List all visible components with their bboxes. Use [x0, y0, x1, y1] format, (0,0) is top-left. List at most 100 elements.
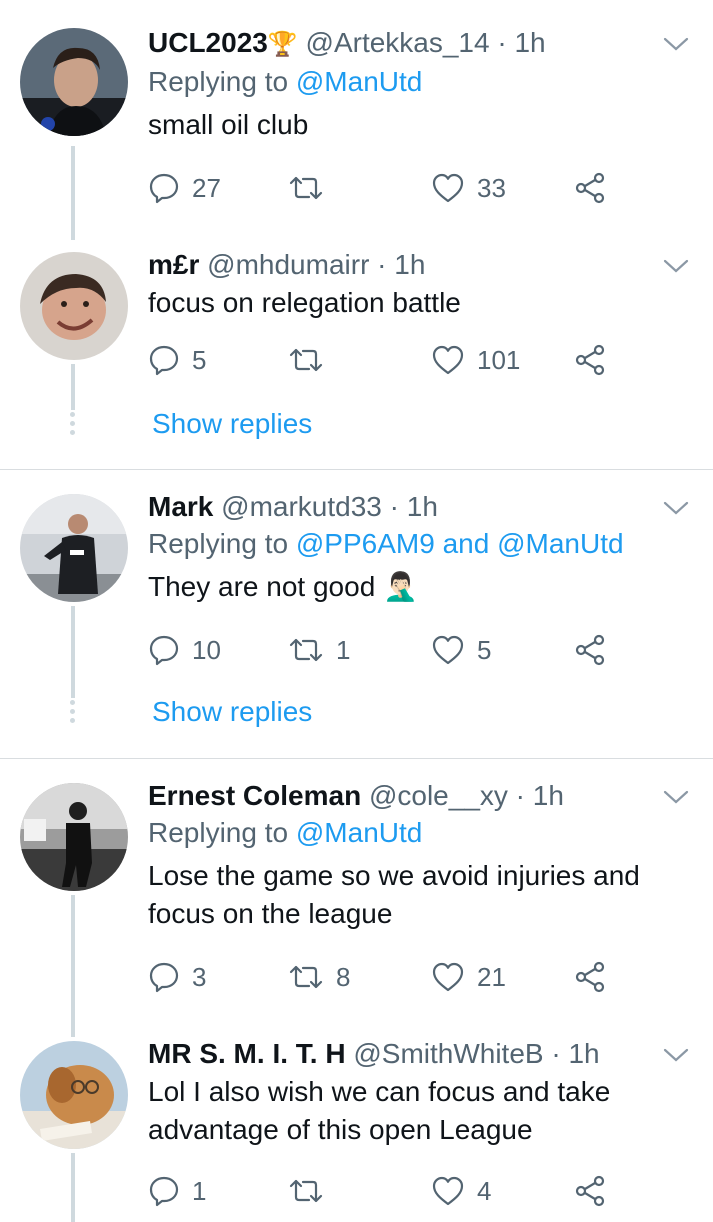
reply-button[interactable]: 27	[148, 168, 221, 208]
tweet-text-line: Lose the game so we avoid injuries and	[148, 860, 640, 891]
share-icon	[574, 1175, 608, 1207]
reply-button[interactable]: 1	[148, 1171, 206, 1211]
reply-icon	[148, 961, 180, 993]
action-bar: 5 101	[148, 340, 618, 380]
like-button[interactable]: 21	[431, 957, 506, 997]
tweet-2[interactable]: m£r @mhdumairr · 1h focus on relegation …	[0, 240, 713, 470]
action-bar: 1 4	[148, 1171, 618, 1211]
reply-button[interactable]: 3	[148, 957, 206, 997]
share-icon	[574, 634, 608, 666]
like-count: 4	[477, 1175, 492, 1206]
tweet-text-line: advantage of this open League	[148, 1114, 533, 1145]
avatar[interactable]	[20, 783, 128, 891]
show-replies-link[interactable]: Show replies	[152, 404, 312, 444]
display-name[interactable]: MR S. M. I. T. H	[148, 1038, 346, 1069]
avatar[interactable]	[20, 494, 128, 602]
replying-prefix: Replying to	[148, 528, 289, 559]
like-button[interactable]: 5	[431, 630, 491, 670]
separator-dot: ·	[497, 27, 507, 58]
retweet-count: 8	[336, 961, 351, 992]
display-name[interactable]: m£r	[148, 249, 199, 280]
separator-dot: ·	[389, 491, 399, 522]
reply-count: 3	[192, 961, 207, 992]
mention-link[interactable]: @PP6AM9	[296, 528, 435, 559]
replying-prefix: Replying to	[148, 817, 289, 848]
retweet-icon	[288, 634, 324, 666]
reply-icon	[148, 344, 180, 376]
chevron-down-icon[interactable]	[663, 789, 689, 805]
like-count: 33	[477, 172, 506, 203]
handle[interactable]: @SmithWhiteB	[353, 1038, 543, 1069]
reply-icon	[148, 634, 180, 666]
tweet-text: small oil club	[148, 109, 309, 140]
timestamp[interactable]: 1h	[568, 1038, 599, 1069]
share-icon	[574, 961, 608, 993]
retweet-icon	[288, 961, 324, 993]
share-button[interactable]	[574, 168, 608, 208]
chevron-down-icon[interactable]	[663, 1047, 689, 1063]
mention-link[interactable]: @ManUtd	[296, 817, 422, 848]
like-count: 5	[477, 634, 492, 665]
chevron-down-icon[interactable]	[663, 500, 689, 516]
avatar[interactable]	[20, 1041, 128, 1149]
reply-icon	[148, 172, 180, 204]
reply-button[interactable]: 5	[148, 340, 206, 380]
display-name[interactable]: UCL2023	[148, 27, 268, 58]
avatar[interactable]	[20, 28, 128, 136]
tweet-4[interactable]: Ernest Coleman @cole__xy · 1h Replying t…	[0, 759, 713, 1037]
separator-dot: ·	[551, 1038, 561, 1069]
mention-link[interactable]: @ManUtd	[497, 528, 623, 559]
avatar[interactable]	[20, 252, 128, 360]
retweet-button[interactable]	[288, 168, 336, 208]
retweet-count: 1	[336, 634, 351, 665]
chevron-down-icon[interactable]	[663, 258, 689, 274]
tweet-text: focus on relegation battle	[148, 287, 461, 318]
retweet-button[interactable]: 8	[288, 957, 350, 997]
tweet-1[interactable]: UCL2023🏆 @Artekkas_14 · 1h Replying to @…	[0, 0, 713, 240]
share-icon	[574, 344, 608, 376]
show-replies-link[interactable]: Show replies	[152, 692, 312, 732]
tweet-5[interactable]: MR S. M. I. T. H @SmithWhiteB · 1h Lol I…	[0, 1035, 713, 1222]
tweet-text: Lose the game so we avoid injuries and f…	[148, 857, 693, 933]
tweet-3[interactable]: Mark @markutd33 · 1h Replying to @PP6AM9…	[0, 470, 713, 758]
like-button[interactable]: 33	[431, 168, 506, 208]
replying-joiner: and	[442, 528, 490, 559]
replying-to: Replying to @PP6AM9 and @ManUtd	[148, 524, 693, 564]
handle[interactable]: @cole__xy	[369, 780, 508, 811]
chevron-down-icon[interactable]	[663, 36, 689, 52]
display-name[interactable]: Ernest Coleman	[148, 780, 361, 811]
retweet-button[interactable]: 1	[288, 630, 350, 670]
reply-count: 1	[192, 1175, 207, 1206]
action-bar: 27 33	[148, 168, 618, 208]
tweet-text-line: Lol I also wish we can focus and take	[148, 1076, 611, 1107]
display-name[interactable]: Mark	[148, 491, 213, 522]
reply-button[interactable]: 10	[148, 630, 221, 670]
separator-dot: ·	[515, 780, 525, 811]
separator-dot: ·	[377, 249, 387, 280]
handle[interactable]: @Artekkas_14	[306, 27, 490, 58]
retweet-icon	[288, 344, 324, 376]
mention-link[interactable]: @ManUtd	[296, 66, 422, 97]
replying-prefix: Replying to	[148, 66, 289, 97]
share-button[interactable]	[574, 340, 608, 380]
like-button[interactable]: 101	[431, 340, 520, 380]
tweet-text: They are not good 🤦🏻‍♂️	[148, 568, 693, 606]
timestamp[interactable]: 1h	[394, 249, 425, 280]
like-button[interactable]: 4	[431, 1171, 491, 1211]
share-button[interactable]	[574, 1171, 608, 1211]
timestamp[interactable]: 1h	[514, 27, 545, 58]
like-icon	[431, 172, 465, 204]
replying-to: Replying to @ManUtd	[148, 813, 693, 853]
timestamp[interactable]: 1h	[407, 491, 438, 522]
handle[interactable]: @markutd33	[221, 491, 382, 522]
reply-icon	[148, 1175, 180, 1207]
handle[interactable]: @mhdumairr	[207, 249, 369, 280]
share-button[interactable]	[574, 957, 608, 997]
retweet-button[interactable]	[288, 340, 336, 380]
timestamp[interactable]: 1h	[533, 780, 564, 811]
like-icon	[431, 1175, 465, 1207]
retweet-icon	[288, 172, 324, 204]
action-bar: 10 1 5	[148, 630, 618, 670]
retweet-button[interactable]	[288, 1171, 336, 1211]
share-button[interactable]	[574, 630, 608, 670]
